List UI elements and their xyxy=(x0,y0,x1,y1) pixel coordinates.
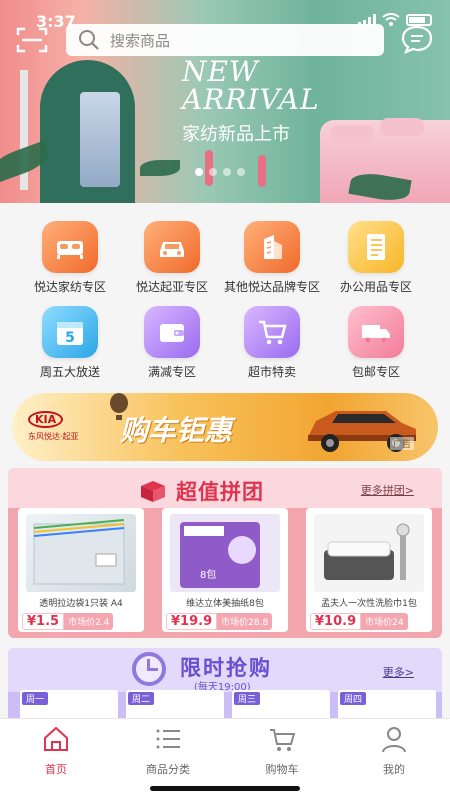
market-price: 市场价28.8 xyxy=(217,612,273,630)
category-label: 悦达家纺专区 xyxy=(33,280,106,294)
tab-label: 购物车 xyxy=(265,763,299,776)
tab-label: 首页 xyxy=(45,763,67,776)
product-card[interactable]: 8包 维达立体美抽纸8包 ¥19.9 市场价28.8 xyxy=(162,508,288,632)
kia-logo: KIA 东风悦达·起亚 xyxy=(28,411,79,442)
product-price: ¥19.9 xyxy=(166,612,218,630)
cart-icon xyxy=(244,306,300,358)
wallet-icon xyxy=(144,306,200,358)
product-price-row: ¥10.9 市场价24 xyxy=(310,612,408,630)
flamingo-decoration xyxy=(258,155,266,187)
search-placeholder: 搜索商品 xyxy=(110,31,171,50)
search-icon xyxy=(79,30,99,50)
leaf-decoration xyxy=(140,160,180,176)
truck-icon xyxy=(348,306,404,358)
group-buy-title: 超值拼团 xyxy=(176,480,264,504)
bed-icon xyxy=(42,221,98,273)
pillow-decoration xyxy=(380,118,424,136)
product-image-face-towel xyxy=(314,514,424,592)
car-icon xyxy=(144,221,200,273)
product-card[interactable]: 孟夫人一次性洗脸巾1包 ¥10.9 市场价24 xyxy=(306,508,432,632)
product-name: 透明拉边袋1只装 A4 xyxy=(39,599,123,609)
category-label: 超市特卖 xyxy=(247,365,296,379)
market-price: 市场价2.4 xyxy=(64,612,114,630)
banner-pagination[interactable] xyxy=(195,168,245,176)
list-icon xyxy=(156,729,180,749)
pagination-dot[interactable] xyxy=(237,168,245,176)
svg-text:5: 5 xyxy=(65,330,75,346)
category-item-free-shipping[interactable]: 包邮专区 xyxy=(326,306,426,380)
category-item-friday[interactable]: 5 周五大放送 xyxy=(20,306,120,380)
product-image-file-bag xyxy=(26,514,136,592)
kia-brand: KIA xyxy=(28,411,64,428)
category-label: 满减专区 xyxy=(147,365,196,379)
product-image-tissue: 8包 xyxy=(170,514,280,592)
search-input[interactable]: 搜索商品 xyxy=(66,24,384,56)
banner-title-line2: ARRIVAL xyxy=(182,83,320,116)
market-price: 市场价24 xyxy=(361,612,408,630)
product-name: 孟夫人一次性洗脸巾1包 xyxy=(321,599,417,609)
scan-icon xyxy=(16,27,48,53)
category-label: 其他悦达品牌专区 xyxy=(223,280,320,294)
pagination-dot[interactable] xyxy=(223,168,231,176)
pagination-dot[interactable] xyxy=(195,168,203,176)
product-name: 维达立体美抽纸8包 xyxy=(186,599,264,609)
tab-profile[interactable]: 我的 xyxy=(338,725,450,777)
group-buy-title-row: 超值拼团 xyxy=(138,476,264,506)
kia-brand-sub: 东风悦达·起亚 xyxy=(28,432,79,441)
category-label: 悦达起亚专区 xyxy=(135,280,208,294)
notebook-icon xyxy=(348,221,404,273)
svg-text:8包: 8包 xyxy=(200,568,216,581)
ad-tag: 广告 xyxy=(389,437,414,450)
calendar-5-icon: 5 xyxy=(42,306,98,358)
banner-subtitle: 家纺新品上市 xyxy=(182,124,290,145)
tab-label: 商品分类 xyxy=(146,763,190,776)
category-grid: 悦达家纺专区 悦达起亚专区 其他悦达品牌专区 办公用品专区 5 周五大放送 满减… xyxy=(0,203,450,386)
pillow-decoration xyxy=(330,125,374,143)
cart-icon xyxy=(270,729,296,751)
tab-label: 我的 xyxy=(383,763,405,776)
tab-categories[interactable]: 商品分类 xyxy=(112,725,224,777)
gift-box-icon xyxy=(141,481,165,502)
flash-day-badge: 周三 xyxy=(234,692,261,705)
banner-title: NEW ARRIVAL xyxy=(182,58,320,114)
category-label: 包邮专区 xyxy=(351,365,400,379)
kia-promo-banner[interactable]: KIA 东风悦达·起亚 购车钜惠 广告 xyxy=(12,393,438,461)
banner-title-line1: NEW xyxy=(182,55,259,88)
user-icon xyxy=(382,727,406,753)
flash-day-badge: 周一 xyxy=(22,692,49,705)
kia-slogan: 购车钜惠 xyxy=(120,414,233,447)
home-icon xyxy=(44,726,68,751)
home-indicator[interactable] xyxy=(150,786,300,791)
category-label: 办公用品专区 xyxy=(339,280,412,294)
tab-cart[interactable]: 购物车 xyxy=(226,725,338,777)
product-price-row: ¥1.5 市场价2.4 xyxy=(22,612,114,630)
category-item-discount[interactable]: 满减专区 xyxy=(122,306,222,380)
category-item-home-textile[interactable]: 悦达家纺专区 xyxy=(20,221,120,295)
home-screen: NEW ARRIVAL 家纺新品上市 3:37 搜索商品 悦达家纺专区 悦达起亚… xyxy=(0,0,450,800)
banner-towel-image xyxy=(80,92,120,187)
flash-sale-section: 限时抢购 (每天19:00) 更多> 周一 周二 周三 周四 xyxy=(8,648,442,728)
clock-icon xyxy=(132,652,166,686)
wifi-icon xyxy=(382,13,400,26)
category-item-other-brands[interactable]: 其他悦达品牌专区 xyxy=(222,221,322,295)
product-price: ¥10.9 xyxy=(310,612,362,630)
product-card[interactable]: 透明拉边袋1只装 A4 ¥1.5 市场价2.4 xyxy=(18,508,144,632)
flash-day-badge: 周四 xyxy=(340,692,367,705)
more-flash-sale-link[interactable]: 更多> xyxy=(383,664,414,680)
category-item-supermarket[interactable]: 超市特卖 xyxy=(222,306,322,380)
more-group-buy-link[interactable]: 更多拼团> xyxy=(361,482,414,498)
tab-home[interactable]: 首页 xyxy=(0,725,112,777)
product-price: ¥1.5 xyxy=(22,612,65,630)
category-item-kia[interactable]: 悦达起亚专区 xyxy=(122,221,222,295)
message-button[interactable] xyxy=(400,24,434,55)
category-label: 周五大放送 xyxy=(39,365,100,379)
product-price-row: ¥19.9 市场价28.8 xyxy=(166,612,273,630)
flash-day-badge: 周二 xyxy=(128,692,155,705)
building-icon xyxy=(244,221,300,273)
group-buy-section: 超值拼团 更多拼团> 透明拉边袋1只装 A4 ¥1.5 市场价2.4 8包 维达… xyxy=(8,468,442,638)
category-item-office[interactable]: 办公用品专区 xyxy=(326,221,426,295)
pagination-dot[interactable] xyxy=(209,168,217,176)
chat-bubble-icon xyxy=(401,25,433,55)
scan-button[interactable] xyxy=(16,26,48,54)
